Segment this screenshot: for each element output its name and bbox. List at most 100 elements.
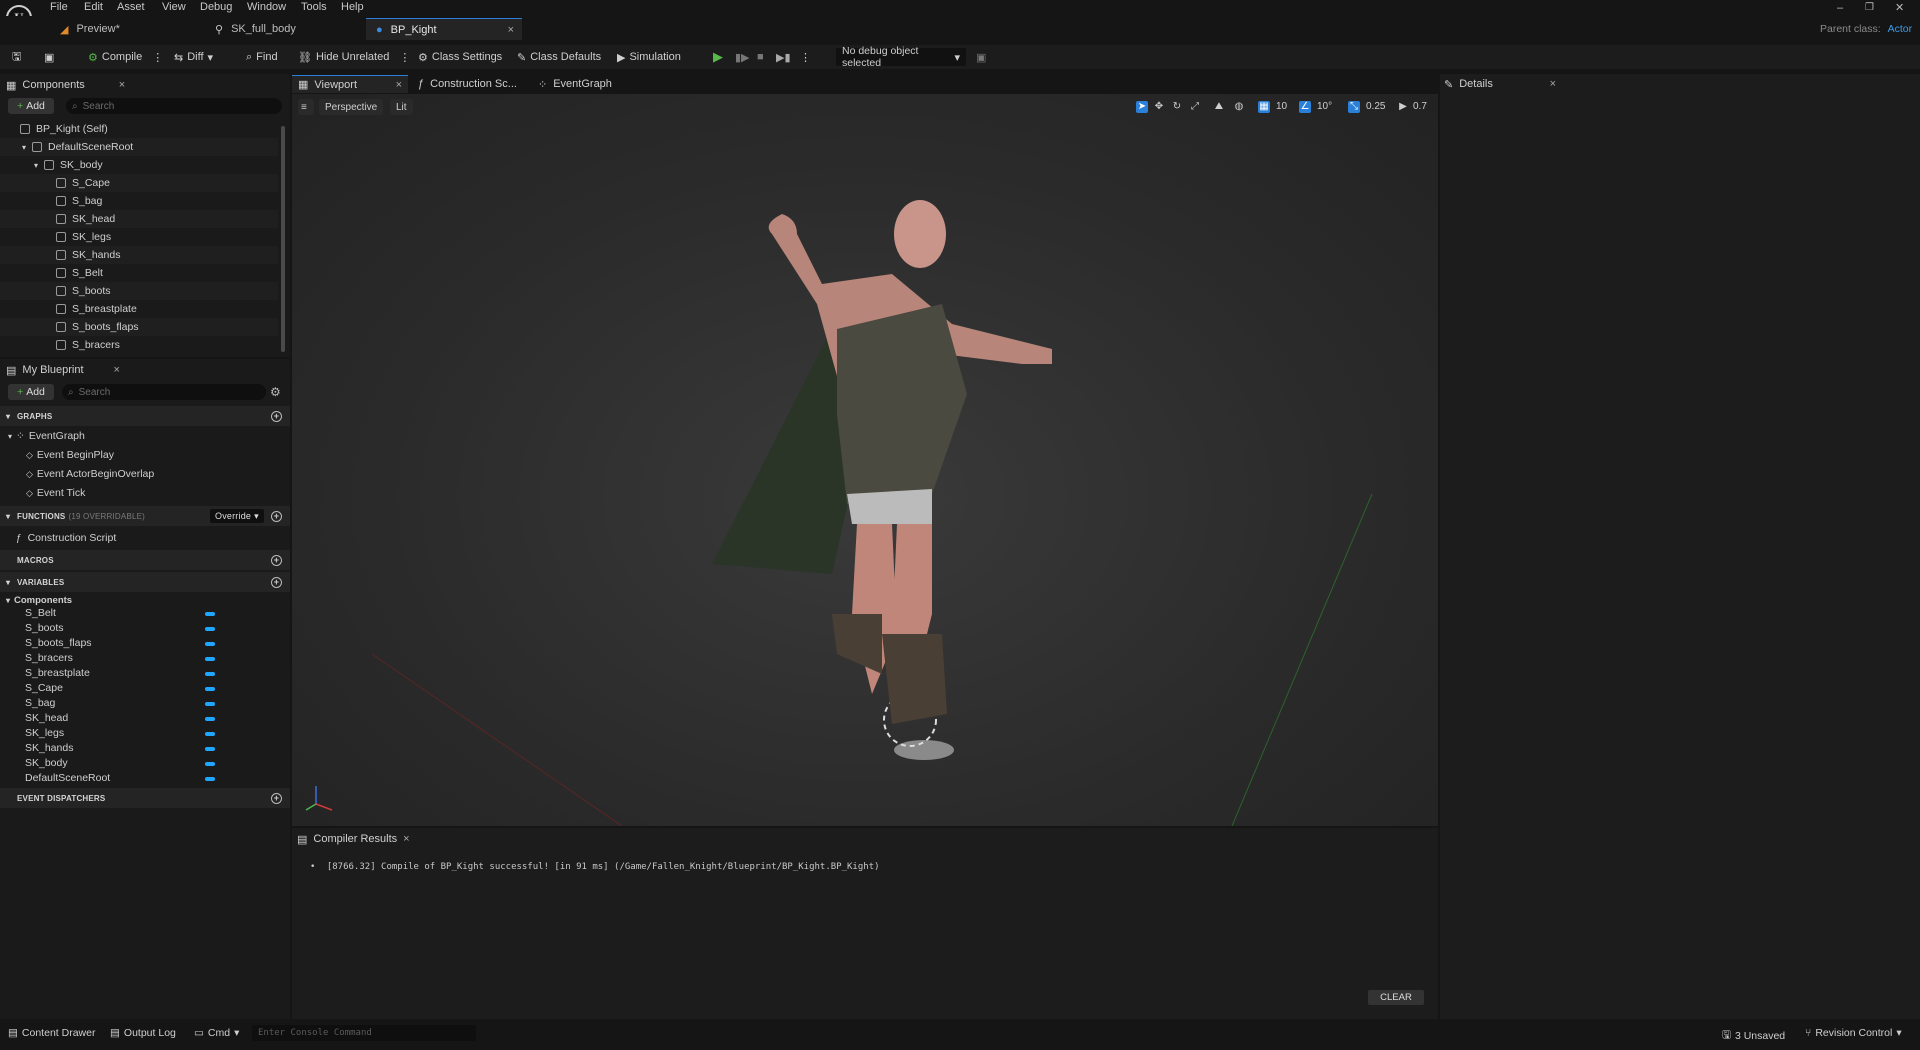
- components-tab[interactable]: ▦ Components ×: [6, 76, 125, 94]
- rotate-icon[interactable]: ↻: [1171, 101, 1183, 113]
- console-command-input[interactable]: Enter Console Command: [252, 1025, 476, 1041]
- content-drawer-button[interactable]: ▤ Content Drawer: [8, 1027, 95, 1039]
- component-item[interactable]: S_boots: [0, 282, 278, 300]
- doc-tab-bp-kight[interactable]: ● BP_Kight ×: [366, 18, 522, 40]
- class-defaults-button[interactable]: ✎ Class Defaults: [517, 48, 601, 66]
- add-member-button[interactable]: + Add: [8, 384, 54, 400]
- graphs-section-header[interactable]: ▾ GRAPHS +: [0, 406, 290, 426]
- close-tab-icon[interactable]: ×: [119, 79, 125, 91]
- camera-speed-icon[interactable]: ▶: [1397, 101, 1409, 113]
- close-tab-icon[interactable]: ×: [508, 24, 514, 36]
- simulation-button[interactable]: ▶ Simulation: [617, 48, 681, 66]
- component-item[interactable]: S_boots_flaps: [0, 318, 278, 336]
- variable-item[interactable]: S_boots_flaps: [25, 637, 215, 651]
- close-window-button[interactable]: ✕: [1895, 1, 1904, 14]
- menu-debug[interactable]: Debug: [200, 1, 232, 13]
- my-blueprint-tab[interactable]: ▤ My Blueprint ×: [6, 361, 120, 379]
- revision-control-button[interactable]: ⑂ Revision Control ▾: [1805, 1027, 1902, 1039]
- select-mode-icon[interactable]: ➤: [1136, 101, 1148, 113]
- components-search-input[interactable]: ⌕ Search: [66, 98, 282, 114]
- variable-item[interactable]: SK_head: [25, 712, 215, 726]
- world-local-icon[interactable]: ◍: [1233, 101, 1245, 113]
- expand-arrow-icon[interactable]: ▾: [34, 161, 44, 170]
- menu-asset[interactable]: Asset: [117, 1, 145, 13]
- add-function-icon[interactable]: +: [271, 510, 282, 522]
- close-tab-icon[interactable]: ×: [403, 833, 409, 845]
- variable-item[interactable]: S_bracers: [25, 652, 215, 666]
- component-item[interactable]: S_bag: [0, 192, 278, 210]
- variable-item[interactable]: S_Belt: [25, 607, 215, 621]
- step-button[interactable]: ▮▶: [735, 48, 750, 66]
- diff-button[interactable]: ⇆ Diff ▾: [174, 48, 213, 66]
- variables-section-header[interactable]: ▾ VARIABLES +: [0, 572, 290, 592]
- stop-button[interactable]: ■: [757, 48, 764, 66]
- grid-snap-icon[interactable]: ▦: [1258, 101, 1270, 113]
- variable-item[interactable]: SK_hands: [25, 742, 215, 756]
- browse-button[interactable]: ▣: [44, 48, 54, 66]
- expand-arrow-icon[interactable]: ▾: [22, 143, 32, 152]
- variable-item[interactable]: S_Cape: [25, 682, 215, 696]
- cmd-dropdown[interactable]: ▭ Cmd ▾: [194, 1027, 239, 1039]
- component-item[interactable]: SK_hands: [0, 246, 278, 264]
- clear-button[interactable]: CLEAR: [1368, 990, 1424, 1005]
- eject-button[interactable]: ▶▮: [776, 48, 791, 66]
- construction-script-item[interactable]: ƒ Construction Script: [16, 529, 294, 547]
- play-options-button[interactable]: ⋮: [800, 48, 811, 66]
- viewport[interactable]: [292, 94, 1438, 826]
- save-button[interactable]: 🖫: [12, 48, 21, 66]
- menu-edit[interactable]: Edit: [84, 1, 103, 13]
- play-button[interactable]: ▶: [713, 48, 723, 66]
- component-item[interactable]: S_bracers: [0, 336, 278, 354]
- component-item[interactable]: ▾ DefaultSceneRoot: [0, 138, 278, 156]
- viewport-menu-button[interactable]: ≡: [298, 99, 314, 115]
- surface-snap-icon[interactable]: ⛰: [1213, 101, 1225, 113]
- more-icon[interactable]: ⋮: [152, 51, 163, 64]
- scale-snap-icon[interactable]: ⤡: [1348, 101, 1360, 113]
- scale-icon[interactable]: ⤢: [1189, 101, 1201, 113]
- tab-eventgraph[interactable]: ⁘ EventGraph: [538, 75, 612, 93]
- close-tab-icon[interactable]: ×: [396, 79, 402, 91]
- restore-button[interactable]: ❐: [1865, 2, 1874, 13]
- menu-view[interactable]: View: [162, 1, 186, 13]
- parent-class-value[interactable]: Actor: [1888, 23, 1913, 35]
- add-variable-icon[interactable]: +: [271, 576, 282, 588]
- macros-section-header[interactable]: MACROS +: [0, 550, 290, 570]
- override-dropdown[interactable]: Override ▾: [210, 509, 264, 523]
- rotation-snap-icon[interactable]: ∠: [1299, 101, 1311, 113]
- component-item[interactable]: SK_legs: [0, 228, 278, 246]
- perspective-button[interactable]: Perspective: [319, 99, 384, 115]
- minimize-button[interactable]: –: [1837, 2, 1843, 14]
- settings-gear-icon[interactable]: ⚙: [270, 385, 281, 399]
- rotation-snap-value[interactable]: 10°: [1317, 101, 1332, 112]
- menu-tools[interactable]: Tools: [301, 1, 327, 13]
- compiler-results-tab[interactable]: ▤ Compiler Results ×: [297, 830, 410, 848]
- doc-tab-sk-full-body[interactable]: ⚲ SK_full_body: [205, 18, 365, 40]
- functions-section-header[interactable]: ▾ FUNCTIONS (19 OVERRIDABLE) Override ▾ …: [0, 506, 290, 526]
- close-tab-icon[interactable]: ×: [1550, 78, 1556, 90]
- output-log-button[interactable]: ▤ Output Log: [110, 1027, 176, 1039]
- add-graph-icon[interactable]: +: [271, 410, 282, 422]
- event-dispatchers-section-header[interactable]: EVENT DISPATCHERS +: [0, 788, 290, 808]
- eventgraph-item[interactable]: ▾ ⁘ EventGraph: [8, 427, 286, 445]
- tab-viewport[interactable]: ▦ Viewport ×: [292, 75, 408, 93]
- component-item[interactable]: S_Belt: [0, 264, 278, 282]
- more-icon[interactable]: ⋮: [399, 51, 410, 64]
- menu-help[interactable]: Help: [341, 1, 364, 13]
- components-scrollbar[interactable]: [281, 126, 285, 352]
- class-settings-button[interactable]: ⚙ Class Settings: [418, 48, 502, 66]
- doc-tab-preview[interactable]: ◢ Preview*: [50, 18, 200, 40]
- component-item[interactable]: ▾ SK_body: [0, 156, 278, 174]
- close-tab-icon[interactable]: ×: [114, 364, 120, 376]
- lit-button[interactable]: Lit: [390, 99, 413, 115]
- hide-unrelated-button[interactable]: ⛓ Hide Unrelated ⋮: [298, 48, 410, 66]
- variable-item[interactable]: S_boots: [25, 622, 215, 636]
- details-tab[interactable]: ✎ Details ×: [1444, 75, 1560, 93]
- variable-item[interactable]: S_breastplate: [25, 667, 215, 681]
- my-blueprint-search-input[interactable]: ⌕ Search: [62, 384, 266, 400]
- camera-speed-value[interactable]: 0.7: [1413, 101, 1427, 112]
- event-item[interactable]: ◇ Event Tick: [26, 484, 304, 502]
- menu-window[interactable]: Window: [247, 1, 286, 13]
- variable-item[interactable]: SK_legs: [25, 727, 215, 741]
- translate-icon[interactable]: ✥: [1153, 101, 1165, 113]
- debug-filter-button[interactable]: ▣: [976, 48, 986, 66]
